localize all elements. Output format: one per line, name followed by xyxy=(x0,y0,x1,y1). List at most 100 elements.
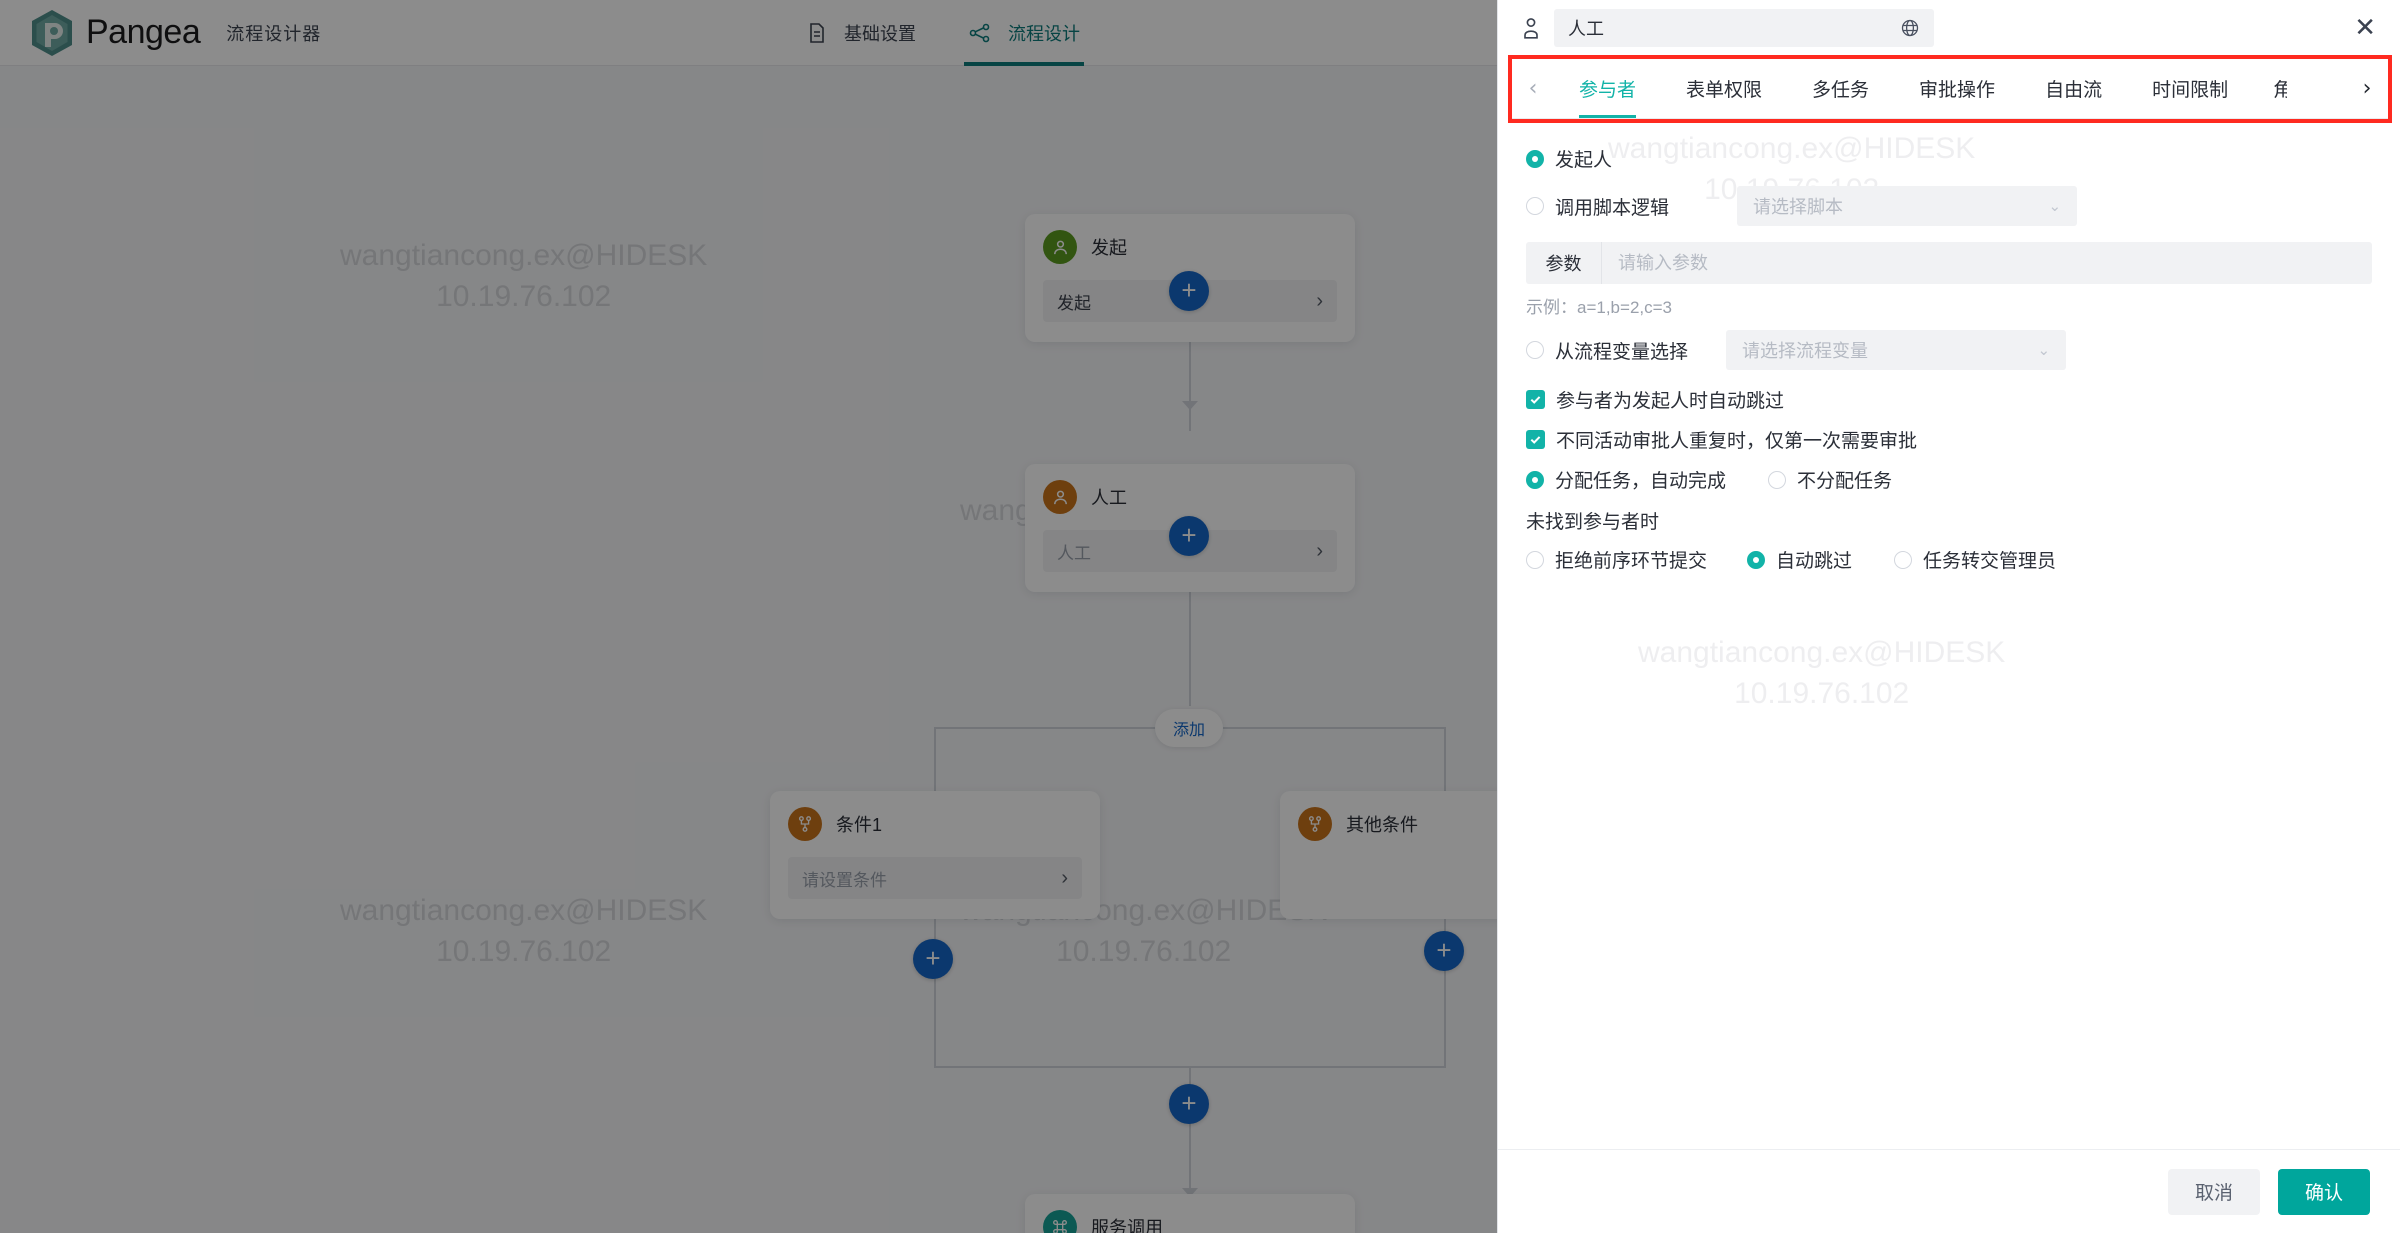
connector xyxy=(1189,331,1191,431)
flow-node-field-value: 请设置条件 xyxy=(802,870,887,890)
no-participant-radio-group: 拒绝前序环节提交 自动跳过 任务转交管理员 xyxy=(1526,546,2372,573)
chevron-down-icon: ⌄ xyxy=(2048,198,2062,215)
node-config-panel: 人工 ✕ ‹ 参与者 表单权限 多任务 审批操作 自由流 时间限制 角 › wa… xyxy=(1497,0,2400,1233)
globe-icon[interactable] xyxy=(1900,18,1920,38)
radio-script[interactable] xyxy=(1526,197,1544,215)
watermark: wangtiancong.ex@HIDESK10.19.76.102 xyxy=(340,239,708,313)
radio-reject-prev-submit[interactable] xyxy=(1526,550,1544,569)
flow-canvas[interactable]: wangtiancong.ex@HIDESK 10.19.76.102 wangt… xyxy=(0,66,1497,1233)
process-var-select[interactable]: 请选择流程变量 ⌄ xyxy=(1726,330,2067,370)
tab-basic-settings[interactable]: 基础设置 xyxy=(780,0,942,66)
panel-tabs-scroll: 参与者 表单权限 多任务 审批操作 自由流 时间限制 角 xyxy=(1554,59,2346,118)
pangea-logo-icon xyxy=(28,8,76,58)
confirm-button[interactable]: 确认 xyxy=(2278,1168,2370,1215)
branch-icon xyxy=(788,807,822,841)
tabs-scroll-right-button[interactable]: › xyxy=(2346,59,2388,118)
flow-icon xyxy=(968,22,992,44)
add-branch-button[interactable]: 添加 xyxy=(1155,709,1224,747)
app-tabs: 基础设置 流程设计 xyxy=(780,0,1106,66)
panel-footer: 取消 确认 xyxy=(1498,1149,2400,1233)
assign-task-radio-group: 分配任务，自动完成 不分配任务 xyxy=(1526,466,2372,493)
param-input[interactable] xyxy=(1602,242,2372,284)
radio-assign-auto-complete[interactable] xyxy=(1526,470,1544,489)
radio-no-assign[interactable] xyxy=(1768,470,1787,489)
chevron-down-icon: ⌄ xyxy=(2037,342,2051,359)
tab-role-clipped-label: 角 xyxy=(2273,80,2288,101)
add-node-button[interactable]: + xyxy=(1169,516,1209,556)
radio-assign-auto-complete-label: 分配任务，自动完成 xyxy=(1555,471,1727,492)
tab-approval-actions-label: 审批操作 xyxy=(1919,80,1996,101)
checkbox-row-skip-initiator[interactable]: 参与者为发起人时自动跳过 xyxy=(1526,386,2372,413)
add-node-button[interactable]: + xyxy=(913,939,953,979)
checkbox-dedupe-approver-label: 不同活动审批人重复时，仅第一次需要审批 xyxy=(1556,431,1918,452)
panel-tabs: ‹ 参与者 表单权限 多任务 审批操作 自由流 时间限制 角 › xyxy=(1512,59,2388,119)
tab-approval-actions[interactable]: 审批操作 xyxy=(1894,59,2020,118)
tab-form-permissions[interactable]: 表单权限 xyxy=(1661,59,1787,118)
flow-node-condition-other[interactable]: 其他条件 › xyxy=(1280,791,1497,919)
tabs-scroll-left-button[interactable]: ‹ xyxy=(1512,59,1554,118)
radio-initiator-label: 发起人 xyxy=(1555,150,1613,171)
flow-node-title: 发起 xyxy=(1091,238,1127,258)
person-icon xyxy=(1043,230,1077,264)
radio-auto-skip-label: 自动跳过 xyxy=(1776,551,1853,572)
radio-transfer-admin[interactable] xyxy=(1894,550,1913,569)
param-hint: 示例：a=1,b=2,c=3 xyxy=(1526,298,1673,317)
flow-node-condition-1[interactable]: 条件1 请设置条件 › xyxy=(770,791,1100,919)
tab-free-flow[interactable]: 自由流 xyxy=(2020,59,2127,118)
panel-header: 人工 ✕ xyxy=(1498,0,2400,55)
process-var-select-value: 请选择流程变量 xyxy=(1742,341,1869,361)
node-name-input[interactable]: 人工 xyxy=(1554,8,1934,47)
tab-time-limit-label: 时间限制 xyxy=(2152,80,2229,101)
tab-participants[interactable]: 参与者 xyxy=(1554,59,1661,118)
checkbox-skip-initiator-label: 参与者为发起人时自动跳过 xyxy=(1556,391,1785,412)
flow-node-service-call[interactable]: 服务调用 服务调用 › xyxy=(1025,1194,1355,1233)
tab-participants-label: 参与者 xyxy=(1579,80,1637,101)
chevron-right-icon: › xyxy=(1316,290,1323,312)
tab-free-flow-label: 自由流 xyxy=(2045,80,2103,101)
param-label: 参数 xyxy=(1526,242,1602,284)
brand-name: Pangea xyxy=(86,13,201,51)
radio-process-var-label: 从流程变量选择 xyxy=(1555,341,1689,363)
add-node-button[interactable]: + xyxy=(1169,1084,1209,1124)
person-icon xyxy=(1043,480,1077,514)
tab-time-limit[interactable]: 时间限制 xyxy=(2127,59,2253,118)
radio-initiator[interactable] xyxy=(1526,149,1544,168)
tab-role-clipped[interactable]: 角 xyxy=(2253,59,2287,118)
flow-node-field-value: 发起 xyxy=(1057,293,1091,313)
tab-flow-design-label: 流程设计 xyxy=(1008,24,1080,44)
brand: Pangea 流程设计器 xyxy=(0,8,321,58)
panel-body: wangtiancong.ex@HIDESK10.19.76.102 wangt… xyxy=(1498,123,2400,1149)
no-participant-label: 未找到参与者时 xyxy=(1526,512,1660,533)
flow-node-field-value: 人工 xyxy=(1057,543,1091,563)
add-node-button[interactable]: + xyxy=(1169,271,1209,311)
checkbox-skip-initiator[interactable] xyxy=(1526,390,1545,409)
flow-node-field[interactable]: 请设置条件 › xyxy=(788,857,1082,899)
add-node-button[interactable]: + xyxy=(1424,931,1464,971)
watermark: wangtiancong.ex@HIDESK10.19.76.102 xyxy=(340,894,708,968)
panel-tabs-highlight: ‹ 参与者 表单权限 多任务 审批操作 自由流 时间限制 角 › xyxy=(1508,55,2392,123)
checkbox-dedupe-approver[interactable] xyxy=(1526,430,1545,449)
flow-node-title: 人工 xyxy=(1091,488,1127,508)
connector-arrow xyxy=(1182,401,1198,410)
tab-multi-task[interactable]: 多任务 xyxy=(1787,59,1894,118)
radio-auto-skip[interactable] xyxy=(1747,550,1766,569)
script-select-value: 请选择脚本 xyxy=(1753,197,1844,217)
radio-reject-prev-submit-label: 拒绝前序环节提交 xyxy=(1555,551,1708,572)
close-icon[interactable]: ✕ xyxy=(2354,15,2376,41)
param-field-group[interactable]: 参数 xyxy=(1526,242,2372,284)
flow-node-title: 其他条件 xyxy=(1346,815,1418,835)
script-select[interactable]: 请选择脚本 ⌄ xyxy=(1737,186,2078,226)
branch-icon xyxy=(1298,807,1332,841)
chevron-right-icon: › xyxy=(1061,867,1068,889)
cancel-button[interactable]: 取消 xyxy=(2168,1168,2260,1215)
radio-process-var[interactable] xyxy=(1526,341,1544,359)
radio-row-process-var[interactable]: 从流程变量选择 请选择流程变量 ⌄ xyxy=(1526,330,2372,370)
radio-row-script[interactable]: 调用脚本逻辑 请选择脚本 ⌄ xyxy=(1526,186,2372,226)
radio-row-initiator[interactable]: 发起人 xyxy=(1526,145,2372,172)
radio-no-assign-label: 不分配任务 xyxy=(1797,471,1893,492)
checkbox-row-dedupe-approver[interactable]: 不同活动审批人重复时，仅第一次需要审批 xyxy=(1526,426,2372,453)
command-icon xyxy=(1043,1210,1077,1233)
radio-script-label: 调用脚本逻辑 xyxy=(1555,197,1670,219)
tab-flow-design[interactable]: 流程设计 xyxy=(942,0,1106,66)
tab-multi-task-label: 多任务 xyxy=(1812,80,1870,101)
